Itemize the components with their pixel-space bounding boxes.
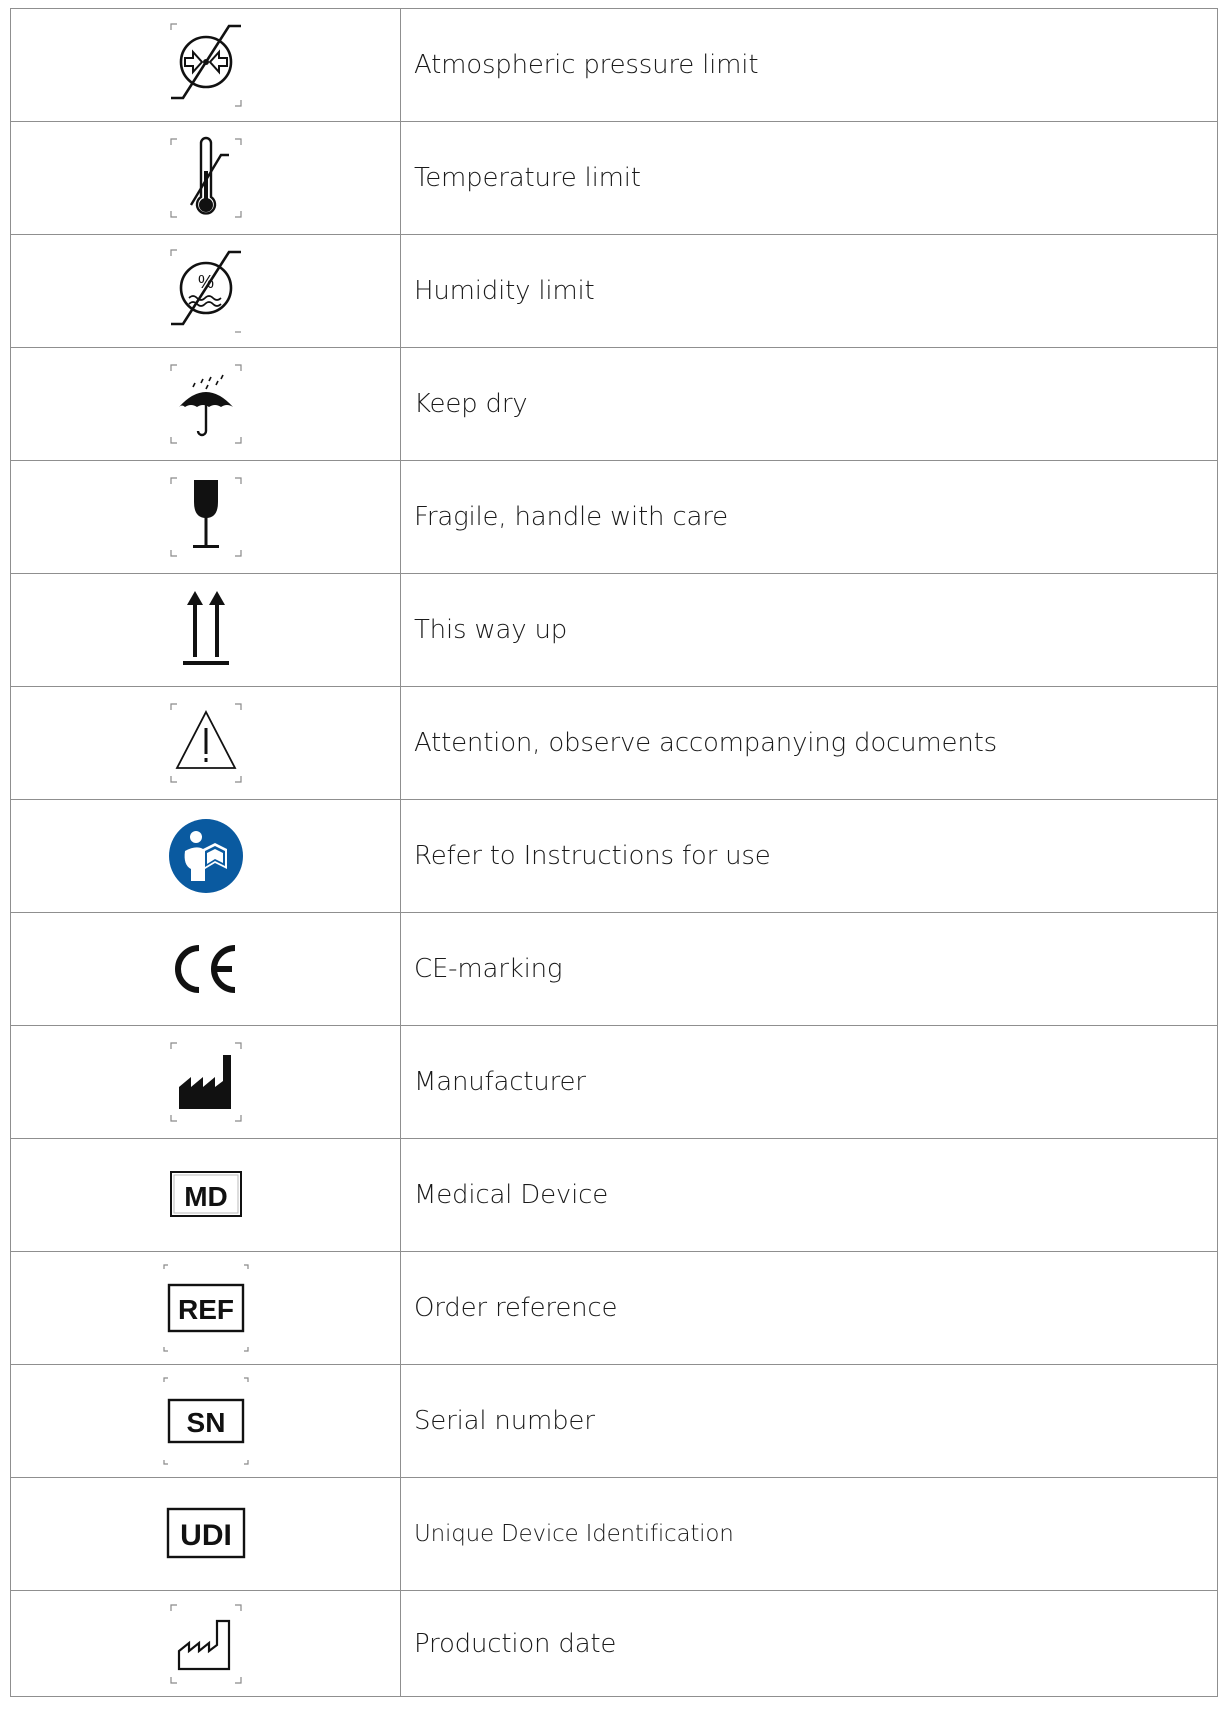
symbol-description: CE-marking bbox=[400, 912, 1218, 1026]
medical-device-icon: MD bbox=[169, 1171, 242, 1217]
symbol-description: Humidity limit bbox=[400, 234, 1218, 348]
icon-cell: REF bbox=[10, 1251, 401, 1365]
symbol-description: Fragile, handle with care bbox=[400, 460, 1218, 574]
atmospheric-pressure-limit-icon bbox=[169, 23, 242, 107]
table-row: UDI Unique Device Identification bbox=[10, 1477, 1218, 1591]
symbol-description: Medical Device bbox=[400, 1138, 1218, 1252]
icon-cell bbox=[10, 121, 401, 235]
temperature-limit-icon bbox=[169, 136, 242, 218]
table-row: Production date bbox=[10, 1590, 1218, 1697]
icon-cell: MD bbox=[10, 1138, 401, 1252]
table-row: Atmospheric pressure limit bbox=[10, 8, 1218, 122]
symbols-table: Atmospheric pressure limit Temperature l… bbox=[10, 8, 1218, 1697]
table-row: Fragile, handle with care bbox=[10, 460, 1218, 574]
icon-cell bbox=[10, 573, 401, 687]
caution-icon bbox=[169, 703, 242, 783]
symbol-description: Unique Device Identification bbox=[400, 1477, 1218, 1591]
icon-cell bbox=[10, 912, 401, 1026]
humidity-percent-glyph: % bbox=[197, 272, 213, 292]
order-reference-icon: REF bbox=[162, 1264, 249, 1352]
icon-cell bbox=[10, 460, 401, 574]
icon-cell bbox=[10, 8, 401, 122]
symbol-description: This way up bbox=[400, 573, 1218, 687]
table-row: SN Serial number bbox=[10, 1364, 1218, 1478]
sn-glyph: SN bbox=[186, 1407, 225, 1438]
symbol-description: Temperature limit bbox=[400, 121, 1218, 235]
symbol-description: Production date bbox=[400, 1590, 1218, 1697]
table-row: REF Order reference bbox=[10, 1251, 1218, 1365]
serial-number-icon: SN bbox=[162, 1377, 249, 1465]
fragile-icon bbox=[169, 477, 242, 557]
table-row: Temperature limit bbox=[10, 121, 1218, 235]
symbol-description: Order reference bbox=[400, 1251, 1218, 1365]
ce-marking-icon bbox=[174, 945, 235, 993]
icon-cell: % bbox=[10, 234, 401, 348]
symbol-description: Manufacturer bbox=[400, 1025, 1218, 1139]
production-date-icon bbox=[169, 1603, 242, 1684]
table-row: MD Medical Device bbox=[10, 1138, 1218, 1252]
this-way-up-icon bbox=[182, 591, 229, 665]
udi-glyph: UDI bbox=[180, 1519, 232, 1552]
instructions-for-use-icon bbox=[168, 819, 243, 893]
icon-cell bbox=[10, 799, 401, 913]
humidity-limit-icon: % bbox=[169, 249, 241, 333]
icon-cell bbox=[10, 686, 401, 800]
table-row: Manufacturer bbox=[10, 1025, 1218, 1139]
table-row: Refer to Instructions for use bbox=[10, 799, 1218, 913]
icon-cell bbox=[10, 1025, 401, 1139]
table-row: CE-marking bbox=[10, 912, 1218, 1026]
symbol-description: Serial number bbox=[400, 1364, 1218, 1478]
symbol-description: Keep dry bbox=[400, 347, 1218, 461]
icon-cell bbox=[10, 1590, 401, 1697]
udi-icon: UDI bbox=[166, 1507, 245, 1559]
icon-cell: UDI bbox=[10, 1477, 401, 1591]
manufacturer-icon bbox=[169, 1042, 242, 1122]
ref-glyph: REF bbox=[178, 1294, 234, 1325]
table-row: Attention, observe accompanying document… bbox=[10, 686, 1218, 800]
symbol-description: Attention, observe accompanying document… bbox=[400, 686, 1218, 800]
table-row: Keep dry bbox=[10, 347, 1218, 461]
table-row: This way up bbox=[10, 573, 1218, 687]
icon-cell: SN bbox=[10, 1364, 401, 1478]
symbol-description: Atmospheric pressure limit bbox=[400, 8, 1218, 122]
keep-dry-icon bbox=[169, 364, 242, 444]
symbol-description: Refer to Instructions for use bbox=[400, 799, 1218, 913]
md-glyph: MD bbox=[184, 1181, 228, 1212]
table-row: % Humidity limit bbox=[10, 234, 1218, 348]
icon-cell bbox=[10, 347, 401, 461]
